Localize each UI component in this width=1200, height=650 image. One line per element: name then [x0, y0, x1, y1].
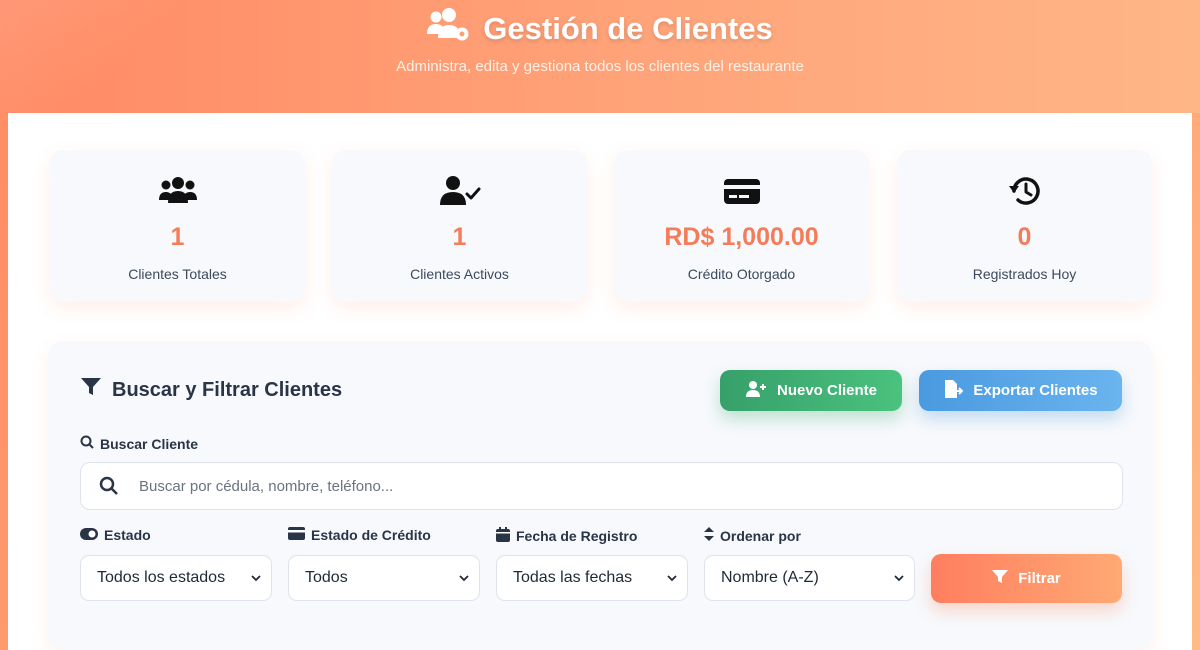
filter-label-text: Estado de Crédito: [311, 527, 431, 543]
credit-card-icon: [288, 527, 305, 543]
filter-label-status: Estado: [80, 527, 151, 543]
stat-label: Clientes Totales: [128, 266, 227, 282]
chevron-down-icon: [251, 569, 261, 587]
credit-card-icon: [614, 174, 869, 210]
page-title: Gestión de Clientes: [0, 8, 1200, 50]
stat-value: RD$ 1,000.00: [664, 223, 819, 251]
user-check-icon: [332, 174, 587, 210]
page-title-text: Gestión de Clientes: [483, 11, 773, 46]
select-value: Todos: [305, 569, 348, 586]
select-value: Todos los estados: [97, 569, 226, 586]
credit-status-select[interactable]: Todos: [288, 555, 480, 601]
stat-value: 1: [170, 223, 185, 251]
filter-icon: [992, 569, 1009, 588]
stat-label: Clientes Activos: [410, 266, 509, 282]
main-card: 1 Clientes Totales 1 Clientes Activos RD…: [8, 113, 1192, 650]
filter-label-text: Fecha de Registro: [516, 528, 638, 544]
page-header: Gestión de Clientes Administra, edita y …: [0, 0, 1200, 113]
export-clients-button[interactable]: Exportar Clientes: [919, 370, 1122, 411]
search-icon: [80, 435, 94, 452]
filter-label-credit: Estado de Crédito: [288, 527, 431, 543]
sort-icon: [704, 527, 714, 544]
stat-active-clients: 1 Clientes Activos: [332, 150, 587, 302]
sort-by-select[interactable]: Nombre (A-Z): [704, 555, 915, 601]
panel-title: Buscar y Filtrar Clientes: [80, 377, 342, 403]
search-field[interactable]: [80, 462, 1123, 510]
chevron-down-icon: [894, 569, 904, 587]
export-clients-label: Exportar Clientes: [973, 382, 1098, 399]
select-value: Nombre (A-Z): [721, 569, 819, 586]
users-icon: [50, 174, 305, 210]
status-select[interactable]: Todos los estados: [80, 555, 272, 601]
filter-label-sort: Ordenar por: [704, 527, 801, 544]
search-icon: [81, 476, 137, 496]
filter-label-date: Fecha de Registro: [496, 527, 637, 545]
search-filter-panel: Buscar y Filtrar Clientes Nuevo Cliente …: [48, 341, 1153, 650]
stat-value: 1: [452, 223, 467, 251]
search-label-text: Buscar Cliente: [100, 435, 199, 452]
search-input[interactable]: [137, 476, 1041, 496]
select-value: Todas las fechas: [513, 569, 633, 586]
stat-label: Registrados Hoy: [972, 266, 1077, 282]
stat-credit-granted: RD$ 1,000.00 Crédito Otorgado: [614, 150, 869, 302]
user-plus-icon: [745, 380, 767, 402]
history-icon: [897, 174, 1152, 210]
page-subtitle: Administra, edita y gestiona todos los c…: [396, 58, 804, 75]
stat-value: 0: [1017, 223, 1032, 251]
filter-button[interactable]: Filtrar: [931, 554, 1122, 603]
filter-icon: [80, 377, 102, 403]
users-cog-icon: [427, 8, 471, 50]
search-label: Buscar Cliente: [80, 435, 198, 452]
filter-button-label: Filtrar: [1018, 570, 1061, 587]
calendar-icon: [496, 527, 510, 545]
panel-title-text: Buscar y Filtrar Clientes: [112, 378, 343, 401]
file-export-icon: [943, 379, 964, 403]
stat-total-clients: 1 Clientes Totales: [50, 150, 305, 302]
stat-registered-today: 0 Registrados Hoy: [897, 150, 1152, 302]
registration-date-select[interactable]: Todas las fechas: [496, 555, 688, 601]
toggle-icon: [80, 527, 98, 543]
filter-label-text: Estado: [104, 527, 151, 543]
new-client-button[interactable]: Nuevo Cliente: [720, 370, 902, 411]
chevron-down-icon: [667, 569, 677, 587]
new-client-label: Nuevo Cliente: [776, 382, 878, 399]
stat-label: Crédito Otorgado: [687, 266, 796, 282]
filter-label-text: Ordenar por: [720, 527, 801, 544]
chevron-down-icon: [459, 569, 469, 587]
